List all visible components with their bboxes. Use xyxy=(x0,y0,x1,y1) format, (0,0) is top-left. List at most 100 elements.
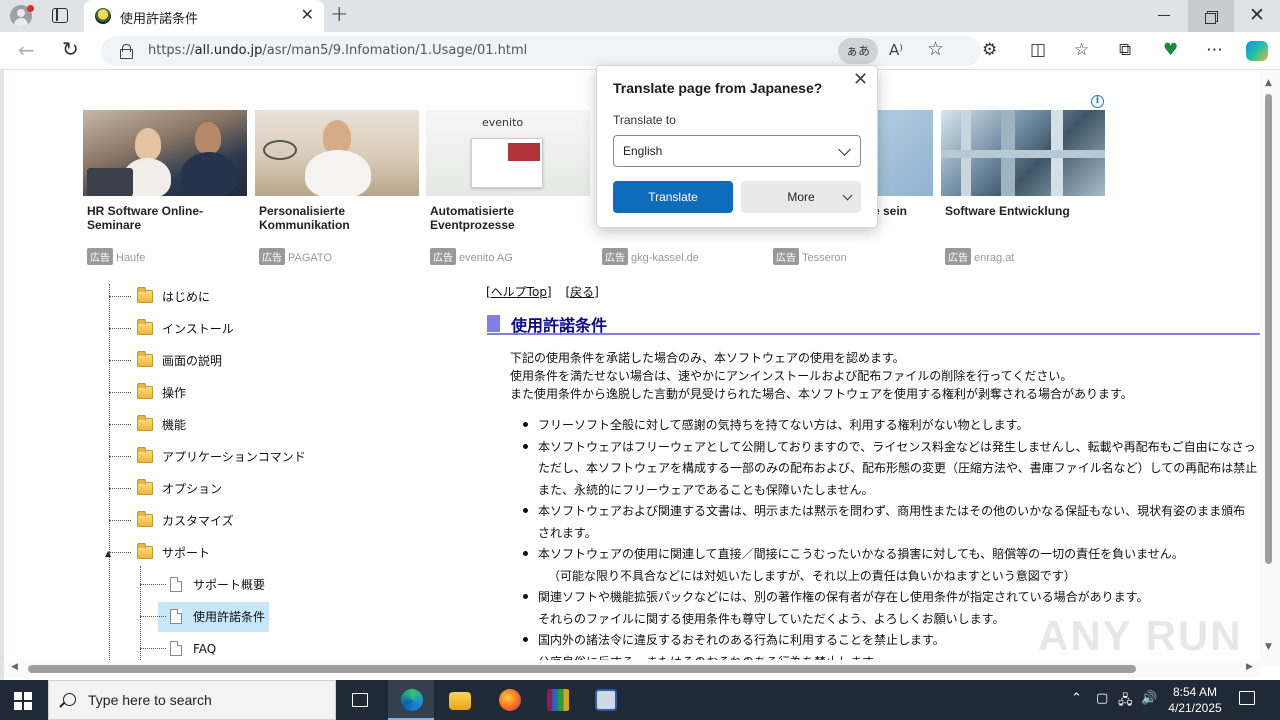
network-icon[interactable]: 🖧 xyxy=(1118,691,1133,713)
ad-badge: 広告 xyxy=(87,248,113,265)
ad-info-icon[interactable]: i xyxy=(1091,95,1104,108)
scroll-left-icon[interactable]: ◀ xyxy=(11,662,18,672)
tree-item-label[interactable]: はじめに xyxy=(162,286,210,308)
browser-tab[interactable]: 使用許諾条件 ✕ xyxy=(84,0,324,32)
help-top-link[interactable]: [ヘルプTop] xyxy=(486,285,552,299)
back-icon[interactable]: ← xyxy=(18,40,35,60)
bullet-icon xyxy=(523,422,528,427)
ad-source: 広告 enrag.at xyxy=(945,248,1014,265)
ad-card[interactable]: evenito Automatisierte Eventprozesse 広告 e… xyxy=(426,110,590,265)
tree-item-label[interactable]: アプリケーションコマンド xyxy=(162,446,306,468)
tree-item-label[interactable]: インストール xyxy=(162,318,234,340)
scroll-right-icon[interactable]: ▶ xyxy=(1246,662,1253,672)
tree-connector xyxy=(109,392,131,393)
ad-card[interactable]: HR Software Online-Seminare 広告 Haufe xyxy=(83,110,247,265)
tree-connector xyxy=(109,552,131,553)
ad-card[interactable]: Software Entwicklung 広告 enrag.at xyxy=(941,110,1105,265)
license-rule-line: また、永続的にフリーウェアであることも保障いたしません。 xyxy=(538,482,874,497)
folder-icon xyxy=(137,351,153,367)
license-rule: 本ソフトウェアはフリーウェアとして公開しておりますので、ライセンス料金などは発生… xyxy=(520,437,1262,502)
restore-icon[interactable] xyxy=(1188,0,1234,32)
address-bar[interactable]: https://all.undo.jp/asr/man5/9.Infomatio… xyxy=(101,36,981,66)
license-rule-line: 本ソフトウェアの使用に関連して直接／間接にこうむったいかなる損害に対しても、賠償… xyxy=(538,547,1184,561)
tree-item-label[interactable]: オプション xyxy=(162,478,222,500)
taskbar-search-box[interactable]: Type here to search xyxy=(48,680,336,720)
winrar-icon[interactable] xyxy=(534,680,580,720)
back-link[interactable]: [戻る] xyxy=(565,285,598,299)
network-tool-icon[interactable] xyxy=(582,680,628,720)
more-icon[interactable]: ⋯ xyxy=(1206,40,1223,60)
tree-item-label[interactable]: 機能 xyxy=(162,414,186,436)
edge-icon[interactable] xyxy=(388,680,434,720)
lock-icon[interactable] xyxy=(120,44,133,59)
bullet-icon xyxy=(523,443,528,449)
translate-icon[interactable]: ぁあ xyxy=(838,38,878,64)
notification-icon[interactable] xyxy=(1239,691,1255,705)
show-hidden-icons-icon[interactable]: ⌃ xyxy=(1071,691,1082,706)
translate-button[interactable]: Translate xyxy=(613,181,733,213)
tree-item-label[interactable]: 操作 xyxy=(162,382,186,404)
file-explorer-icon[interactable] xyxy=(436,680,482,720)
performance-icon[interactable]: ♥ xyxy=(1163,40,1178,60)
favorite-star-icon[interactable]: ☆ xyxy=(927,38,944,60)
close-window-icon[interactable]: ✕ xyxy=(1249,6,1265,25)
ad-title[interactable]: HR Software Online-Seminare xyxy=(87,204,247,234)
tab-actions-icon[interactable] xyxy=(52,8,68,23)
tree-item-label[interactable]: 使用許諾条件 xyxy=(193,606,265,628)
extensions-icon[interactable]: ⚙ xyxy=(982,40,997,60)
chevron-down-icon[interactable] xyxy=(838,143,851,156)
horizontal-scrollbar[interactable]: ◀ ▶ xyxy=(4,660,1260,678)
task-view-icon[interactable] xyxy=(338,680,384,720)
ad-image[interactable] xyxy=(83,110,247,196)
ad-title[interactable]: Software Entwicklung xyxy=(945,204,1105,234)
clock[interactable]: 8:54 AM 4/21/2025 xyxy=(1160,684,1230,716)
windows-start-icon[interactable] xyxy=(14,692,32,710)
url-text[interactable]: https://all.undo.jp/asr/man5/9.Infomatio… xyxy=(148,43,527,58)
read-aloud-icon[interactable]: A⁾ xyxy=(889,41,903,59)
copilot-icon[interactable] xyxy=(1246,41,1268,61)
language-select[interactable]: English xyxy=(613,135,861,167)
tree-item-label[interactable]: サポート xyxy=(162,542,210,564)
language-select-value[interactable]: English xyxy=(623,144,662,158)
favorites-icon[interactable]: ☆ xyxy=(1074,40,1089,60)
device-icon[interactable]: ▢ xyxy=(1096,691,1108,706)
collections-icon[interactable]: ⧉ xyxy=(1119,40,1131,60)
bullet-icon xyxy=(523,594,528,599)
ad-image[interactable]: evenito xyxy=(426,110,590,196)
close-icon[interactable]: ✕ xyxy=(853,71,868,89)
search-placeholder[interactable]: Type here to search xyxy=(88,692,212,708)
page-icon xyxy=(170,641,182,656)
ad-title[interactable]: Personalisierte Kommunikation xyxy=(259,204,419,234)
ad-card[interactable]: Personalisierte Kommunikation 広告 PAGATO xyxy=(255,110,419,265)
scroll-thumb[interactable] xyxy=(28,665,1136,673)
license-rule-line: ただし、本ソフトウェアを構成する一部のみの配布および、配布形態の変更（圧縮方法や… xyxy=(538,461,1258,475)
tree-item-label[interactable]: カスタマイズ xyxy=(162,510,234,532)
split-screen-icon[interactable]: ◫ xyxy=(1030,40,1046,60)
tree-item-label[interactable]: サポート概要 xyxy=(193,574,265,596)
scroll-down-icon[interactable]: ▼ xyxy=(1265,642,1272,652)
translate-popup: Translate page from Japanese? ✕ Translat… xyxy=(596,65,878,228)
license-rule: フリーソフト全般に対して感謝の気持ちを持てない方は、利用する権利がない物とします… xyxy=(520,415,1262,437)
evenito-logo: evenito xyxy=(482,116,524,129)
ad-image[interactable] xyxy=(255,110,419,196)
new-tab-icon[interactable]: + xyxy=(330,4,348,26)
tree-item-label[interactable]: 画面の説明 xyxy=(162,350,222,372)
ad-image[interactable] xyxy=(941,110,1105,196)
tree-item-label[interactable]: FAQ xyxy=(193,638,216,660)
volume-icon[interactable]: 🔊 xyxy=(1141,691,1157,706)
more-button[interactable]: More xyxy=(741,181,861,213)
close-icon[interactable]: ✕ xyxy=(301,7,314,23)
chevron-down-icon[interactable] xyxy=(842,190,853,201)
scroll-thumb[interactable] xyxy=(1265,94,1272,564)
scroll-up-icon[interactable]: ▲ xyxy=(1265,78,1272,88)
minimize-icon[interactable] xyxy=(1158,15,1170,17)
license-rule-line: 関連ソフトや機能拡張パックなどには、別の著作権の保有者が存在し使用条件が指定され… xyxy=(538,590,1149,604)
translate-to-label: Translate to xyxy=(613,113,676,127)
license-rule-line: 本ソフトウェアはフリーウェアとして公開しておりますので、ライセンス料金などは発生… xyxy=(538,439,1256,454)
ad-title[interactable]: Automatisierte Eventprozesse xyxy=(430,204,590,234)
collapse-icon[interactable]: ▲ xyxy=(105,549,111,558)
vertical-scrollbar[interactable]: ▲ ▼ xyxy=(1260,70,1280,666)
reload-icon[interactable]: ↻ xyxy=(62,39,79,59)
ad-source: 広告 PAGATO xyxy=(259,248,332,265)
firefox-icon[interactable] xyxy=(486,680,532,720)
